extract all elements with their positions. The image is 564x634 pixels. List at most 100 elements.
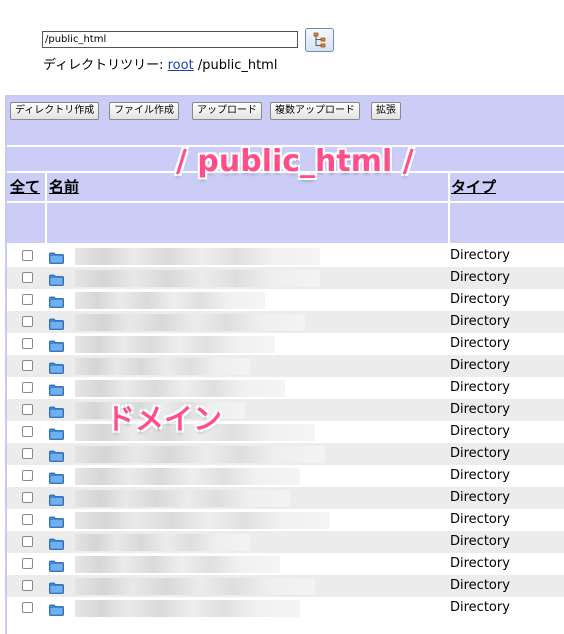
row-checkbox[interactable] xyxy=(22,448,33,459)
table-row[interactable]: Directory xyxy=(7,311,564,333)
row-checkbox[interactable] xyxy=(22,316,33,327)
row-checkbox[interactable] xyxy=(22,294,33,305)
redacted-folder-name[interactable] xyxy=(75,578,315,595)
upload-button[interactable]: アップロード xyxy=(192,102,262,120)
row-checkbox[interactable] xyxy=(22,492,33,503)
redacted-folder-name[interactable] xyxy=(75,380,285,397)
create-file-button[interactable]: ファイル作成 xyxy=(109,102,179,120)
tree-icon xyxy=(313,32,325,48)
redacted-folder-name[interactable] xyxy=(75,446,325,463)
folder-icon[interactable] xyxy=(49,403,64,422)
folder-icon[interactable] xyxy=(49,249,64,268)
table-row[interactable]: Directory xyxy=(7,355,564,377)
folder-icon[interactable] xyxy=(49,513,64,532)
redacted-folder-name[interactable] xyxy=(75,270,320,287)
folder-icon[interactable] xyxy=(49,469,64,488)
row-type: Directory xyxy=(450,534,510,549)
multi-upload-button[interactable]: 複数アップロード xyxy=(270,102,360,120)
folder-icon[interactable] xyxy=(49,601,64,620)
redacted-folder-name[interactable] xyxy=(75,534,250,551)
table-row[interactable]: Directory xyxy=(7,377,564,399)
column-divider xyxy=(448,173,450,243)
column-divider xyxy=(45,173,47,243)
folder-icon[interactable] xyxy=(49,579,64,598)
row-checkbox[interactable] xyxy=(22,536,33,547)
table-row[interactable]: Directory xyxy=(7,245,564,267)
annotation-title: / public_html / xyxy=(176,144,414,179)
folder-icon[interactable] xyxy=(49,447,64,466)
redacted-folder-name[interactable] xyxy=(75,600,300,617)
row-type: Directory xyxy=(450,336,510,351)
row-checkbox[interactable] xyxy=(22,558,33,569)
row-type: Directory xyxy=(450,358,510,373)
redacted-folder-name[interactable] xyxy=(75,512,330,529)
table-row[interactable]: Directory xyxy=(7,465,564,487)
type-header[interactable]: タイプ xyxy=(450,173,564,201)
row-checkbox[interactable] xyxy=(22,426,33,437)
row-type: Directory xyxy=(450,380,510,395)
create-directory-button[interactable]: ディレクトリ作成 xyxy=(10,102,100,120)
select-all-header[interactable]: 全て xyxy=(7,173,45,201)
row-checkbox[interactable] xyxy=(22,470,33,481)
row-type: Directory xyxy=(450,512,510,527)
row-checkbox[interactable] xyxy=(22,382,33,393)
folder-icon[interactable] xyxy=(49,535,64,554)
folder-icon[interactable] xyxy=(49,425,64,444)
table-row[interactable]: Directory xyxy=(7,509,564,531)
toolbar: ディレクトリ作成 ファイル作成 アップロード 複数アップロード 拡張 xyxy=(7,97,564,145)
table-row[interactable]: Directory xyxy=(7,443,564,465)
row-type: Directory xyxy=(450,402,510,417)
table-row[interactable]: Directory xyxy=(7,597,564,619)
folder-icon[interactable] xyxy=(49,337,64,356)
folder-icon[interactable] xyxy=(49,359,64,378)
folder-icon[interactable] xyxy=(49,381,64,400)
redacted-folder-name[interactable] xyxy=(75,248,320,265)
row-type: Directory xyxy=(450,600,510,615)
table-row[interactable]: Directory xyxy=(7,553,564,575)
breadcrumb-root-link[interactable]: root xyxy=(168,58,194,73)
row-checkbox[interactable] xyxy=(22,404,33,415)
row-type: Directory xyxy=(450,468,510,483)
row-type: Directory xyxy=(450,578,510,593)
row-checkbox[interactable] xyxy=(22,250,33,261)
row-checkbox[interactable] xyxy=(22,514,33,525)
file-list: Directory Directory Directory Directory Dire… xyxy=(7,245,564,619)
path-input[interactable] xyxy=(42,31,298,48)
redacted-folder-name[interactable] xyxy=(75,292,265,309)
redacted-folder-name[interactable] xyxy=(75,358,250,375)
table-row[interactable]: Directory xyxy=(7,575,564,597)
folder-icon[interactable] xyxy=(49,557,64,576)
row-checkbox[interactable] xyxy=(22,580,33,591)
folder-icon[interactable] xyxy=(49,293,64,312)
directory-tree-button[interactable] xyxy=(305,28,334,52)
row-type: Directory xyxy=(450,424,510,439)
table-row[interactable]: Directory xyxy=(7,333,564,355)
folder-icon[interactable] xyxy=(49,491,64,510)
annotation-domain: ドメイン xyxy=(106,402,223,436)
row-checkbox[interactable] xyxy=(22,360,33,371)
table-row[interactable]: Directory xyxy=(7,421,564,443)
table-row[interactable]: Directory xyxy=(7,487,564,509)
row-type: Directory xyxy=(450,556,510,571)
row-type: Directory xyxy=(450,248,510,263)
row-checkbox[interactable] xyxy=(22,272,33,283)
redacted-folder-name[interactable] xyxy=(75,556,280,573)
redacted-folder-name[interactable] xyxy=(75,336,275,353)
redacted-folder-name[interactable] xyxy=(75,314,305,331)
row-checkbox[interactable] xyxy=(22,602,33,613)
redacted-folder-name[interactable] xyxy=(75,468,300,485)
folder-icon[interactable] xyxy=(49,271,64,290)
row-checkbox[interactable] xyxy=(22,338,33,349)
folder-icon[interactable] xyxy=(49,315,64,334)
row-type: Directory xyxy=(450,314,510,329)
table-row[interactable]: Directory xyxy=(7,267,564,289)
breadcrumb: ディレクトリツリー: root /public_html xyxy=(43,58,277,74)
header-spacer-row xyxy=(7,203,564,243)
redacted-folder-name[interactable] xyxy=(75,490,290,507)
breadcrumb-current: /public_html xyxy=(197,58,278,73)
table-row[interactable]: Directory xyxy=(7,289,564,311)
extend-button[interactable]: 拡張 xyxy=(371,102,401,120)
row-type: Directory xyxy=(450,292,510,307)
table-row[interactable]: Directory xyxy=(7,399,564,421)
table-row[interactable]: Directory xyxy=(7,531,564,553)
